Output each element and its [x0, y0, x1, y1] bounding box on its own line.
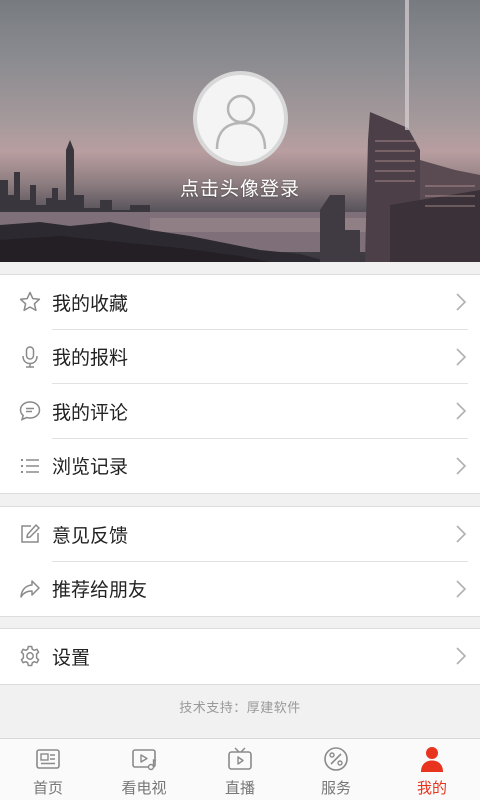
menu-item-label: 我的收藏: [52, 292, 129, 315]
chevron-right-icon: [456, 348, 467, 366]
menu-item-reports[interactable]: 我的报料: [0, 330, 480, 384]
menu-item-label: 我的报料: [52, 347, 129, 370]
chevron-right-icon: [456, 525, 467, 543]
menu-group-personal: 我的收藏 我的报料 我的评论 浏览记录: [0, 274, 480, 494]
profile-header: 点击头像登录: [0, 0, 480, 262]
chevron-right-icon: [456, 293, 467, 311]
tab-label: 服务: [320, 779, 351, 797]
menu-item-comments[interactable]: 我的评论: [0, 384, 480, 439]
menu-item-settings[interactable]: 设置: [0, 629, 480, 684]
edit-icon: [18, 522, 42, 546]
tab-label: 直播: [224, 779, 255, 797]
chevron-right-icon: [456, 647, 467, 665]
menu-item-feedback[interactable]: 意见反馈: [0, 507, 480, 562]
menu-item-label: 浏览记录: [52, 456, 129, 479]
tab-live[interactable]: 直播: [192, 739, 288, 800]
chevron-right-icon: [456, 580, 467, 598]
bottom-tab-bar: 首页 看电视 直播 服务 我的: [0, 738, 480, 800]
menu-item-label: 我的评论: [52, 401, 129, 424]
service-icon: [322, 745, 350, 773]
tab-mine[interactable]: 我的: [384, 739, 480, 800]
default-avatar-icon: [215, 94, 266, 149]
tv-music-icon: [130, 745, 158, 773]
tab-label: 看电视: [121, 779, 167, 797]
comment-icon: [18, 399, 42, 423]
tab-watch-tv[interactable]: 看电视: [96, 739, 192, 800]
share-icon: [18, 577, 42, 601]
profile-screen: 点击头像登录 我的收藏 我的报料 我的评论 浏览记录 意见反馈 推荐给朋友 设置…: [0, 0, 480, 800]
gear-icon: [18, 644, 42, 668]
tab-label: 我的: [416, 779, 447, 797]
menu-item-favorites[interactable]: 我的收藏: [0, 275, 480, 330]
menu-group-settings: 设置: [0, 628, 480, 685]
avatar-button[interactable]: [193, 71, 288, 166]
person-icon: [418, 745, 446, 773]
tech-support-text: 技术支持：厚建软件: [179, 701, 301, 716]
login-prompt[interactable]: 点击头像登录: [0, 174, 480, 201]
menu-item-label: 推荐给朋友: [52, 579, 148, 602]
menu-item-label: 设置: [52, 646, 91, 669]
live-tv-icon: [226, 745, 254, 773]
list-icon: [18, 454, 42, 478]
news-icon: [34, 745, 62, 773]
chevron-right-icon: [456, 402, 467, 420]
tab-label: 首页: [32, 779, 63, 797]
menu-item-history[interactable]: 浏览记录: [0, 439, 480, 494]
menu-item-recommend[interactable]: 推荐给朋友: [0, 562, 480, 617]
menu-group-feedback: 意见反馈 推荐给朋友: [0, 506, 480, 617]
microphone-icon: [18, 345, 42, 369]
menu-item-label: 意见反馈: [52, 524, 129, 547]
tab-home[interactable]: 首页: [0, 739, 96, 800]
chevron-right-icon: [456, 457, 467, 475]
tab-service[interactable]: 服务: [288, 739, 384, 800]
star-icon: [18, 290, 42, 314]
